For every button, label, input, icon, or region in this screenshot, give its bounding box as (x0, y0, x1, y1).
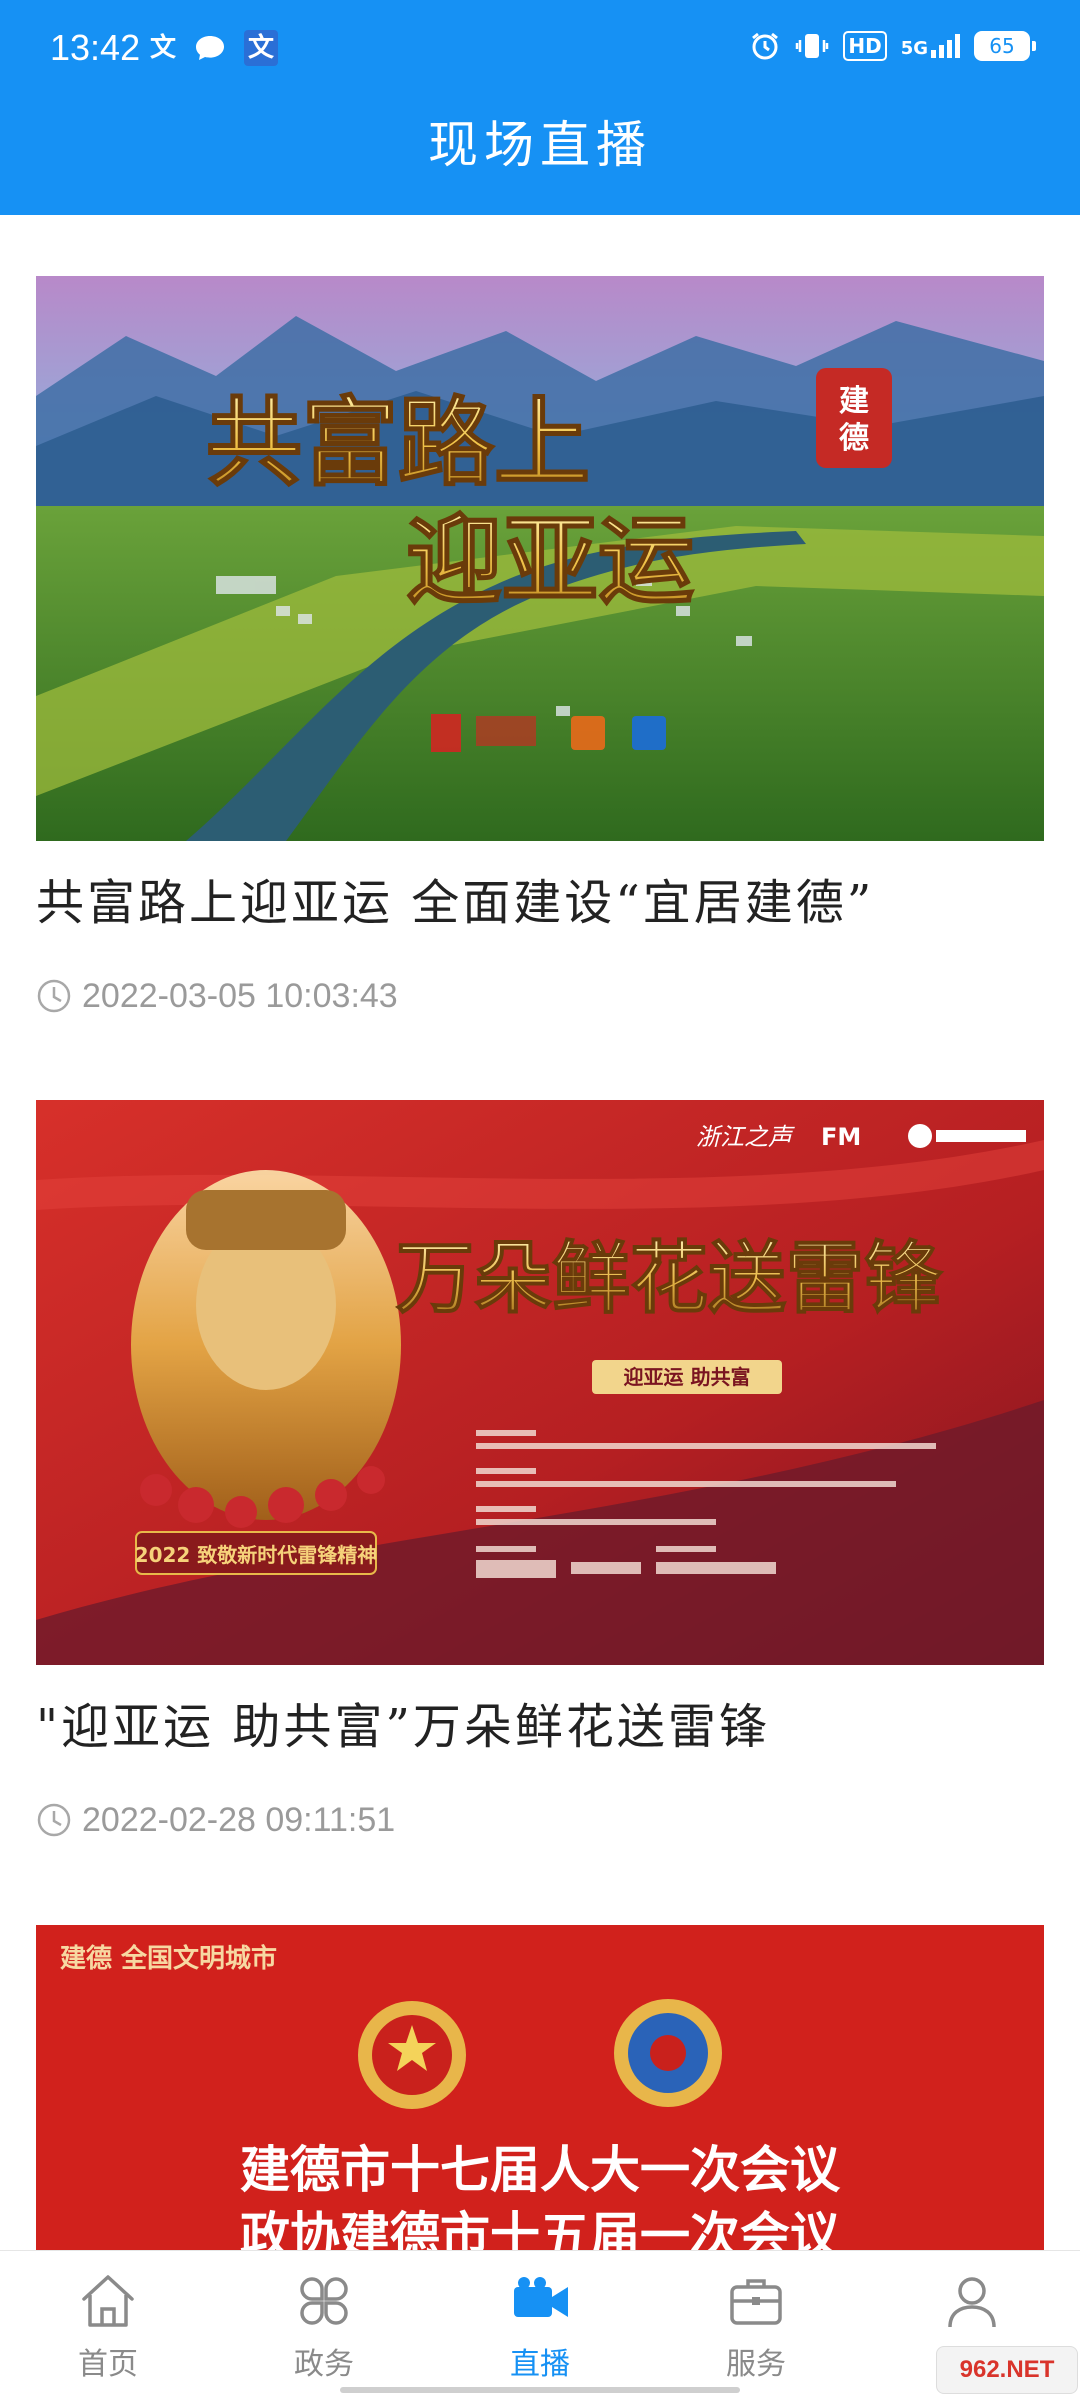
card-meta: 2022-02-28 09:11:51 (36, 1800, 395, 1840)
nav-live[interactable]: 直播 (432, 2251, 648, 2401)
nav-home[interactable]: 首页 (0, 2251, 216, 2401)
national-emblem-icon (358, 2001, 466, 2109)
nav-government[interactable]: 政务 (216, 2251, 432, 2401)
image-headline: 万朵鲜花送雷锋 (396, 1233, 943, 1324)
card-title[interactable]: "迎亚运 助共富”万朵鲜花送雷锋 (36, 1692, 1044, 1762)
image-line1: 建德市十七届人大一次会议 (240, 2140, 841, 2199)
nav-label: 政务 (294, 2347, 354, 2382)
card-datetime: 2022-03-05 10:03:43 (82, 977, 398, 1015)
svg-text:浙江之声: 浙江之声 (696, 1123, 795, 1151)
image-slogan: 迎亚运 助共富 (624, 1365, 751, 1389)
notification-app-icon: 文 (150, 33, 177, 63)
bottom-nav: 首页 政务 直播 服务 (0, 2250, 1080, 2401)
notification-app-icon-2: 文 (244, 30, 279, 66)
video-camera-icon (514, 2277, 568, 2317)
clock-icon (37, 1803, 71, 1837)
nav-label: 首页 (78, 2347, 138, 2382)
battery-icon: 65 (974, 31, 1036, 61)
card-thumbnail[interactable]: 建德 全国文明城市 建德市十七届人大一次会议 政协建德市十五届一次会议 (36, 1925, 1044, 2250)
conference-poster-image: 建德 全国文明城市 建德市十七届人大一次会议 政协建德市十五届一次会议 (36, 1925, 1044, 2250)
app-header: 13:42 文 文 HD 5G 65 现场直播 (0, 0, 1080, 215)
clock-icon (37, 979, 71, 1013)
chat-bubble-icon (196, 36, 225, 60)
site-watermark: 962.NET (936, 2346, 1078, 2394)
leifeng-poster-image: 2022 致敬新时代雷锋精神 万朵鲜花送雷锋 迎亚运 助共富 浙江之声 FM (36, 1100, 1044, 1665)
nav-label: 直播 (510, 2347, 570, 2382)
svg-text:德: 德 (839, 421, 869, 456)
card-meta: 2022-03-05 10:03:43 (36, 976, 398, 1016)
image-line2: 政协建德市十五届一次会议 (240, 2206, 841, 2250)
card-title[interactable]: 共富路上迎亚运 全面建设“宜居建德” (36, 868, 1044, 938)
nav-services[interactable]: 服务 (648, 2251, 864, 2401)
card-thumbnail[interactable]: 共富路上 迎亚运 建 德 (36, 276, 1044, 841)
image-brand: FM (821, 1123, 861, 1151)
nav-label: 服务 (726, 2347, 786, 2382)
feed-card[interactable]: 建德 全国文明城市 建德市十七届人大一次会议 政协建德市十五届一次会议 (36, 1925, 1044, 2250)
network-type: 5G (900, 38, 928, 59)
clover-icon (300, 2277, 348, 2325)
image-headline-line1: 共富路上 (206, 386, 590, 499)
home-indicator[interactable] (340, 2387, 740, 2393)
feed-card[interactable]: 共富路上 迎亚运 建 德 共富路上迎亚运 全面建设“宜居建德” 2022-03-… (36, 276, 1044, 1036)
hd-badge: HD (843, 31, 887, 61)
image-seal: 建 (839, 384, 869, 419)
feed-card[interactable]: 2022 致敬新时代雷锋精神 万朵鲜花送雷锋 迎亚运 助共富 浙江之声 FM "… (36, 1100, 1044, 1860)
home-icon (82, 2275, 134, 2327)
notification-icons: 文 文 (150, 30, 279, 66)
image-badge: 2022 致敬新时代雷锋精神 (135, 1543, 378, 1567)
image-headline-line2: 迎亚运 (406, 504, 694, 617)
page-title: 现场直播 (428, 116, 652, 174)
user-icon (948, 2277, 996, 2328)
live-feed-list[interactable]: 共富路上 迎亚运 建 德 共富路上迎亚运 全面建设“宜居建德” 2022-03-… (0, 215, 1080, 2250)
landscape-image: 共富路上 迎亚运 建 德 (36, 276, 1044, 841)
status-bar: 13:42 文 文 HD 5G 65 (0, 0, 1080, 100)
briefcase-icon (730, 2279, 782, 2325)
vibrate-icon (796, 34, 829, 58)
card-datetime: 2022-02-28 09:11:51 (82, 1801, 396, 1839)
alarm-icon (752, 32, 779, 60)
card-thumbnail[interactable]: 2022 致敬新时代雷锋精神 万朵鲜花送雷锋 迎亚运 助共富 浙江之声 FM (36, 1100, 1044, 1665)
system-icons: HD 5G 65 (749, 30, 1036, 62)
image-brand: 建德 全国文明城市 (60, 1943, 277, 1974)
signal-icon: 5G (901, 34, 960, 58)
cppcc-emblem-icon (614, 1999, 722, 2107)
status-time: 13:42 (50, 27, 141, 68)
